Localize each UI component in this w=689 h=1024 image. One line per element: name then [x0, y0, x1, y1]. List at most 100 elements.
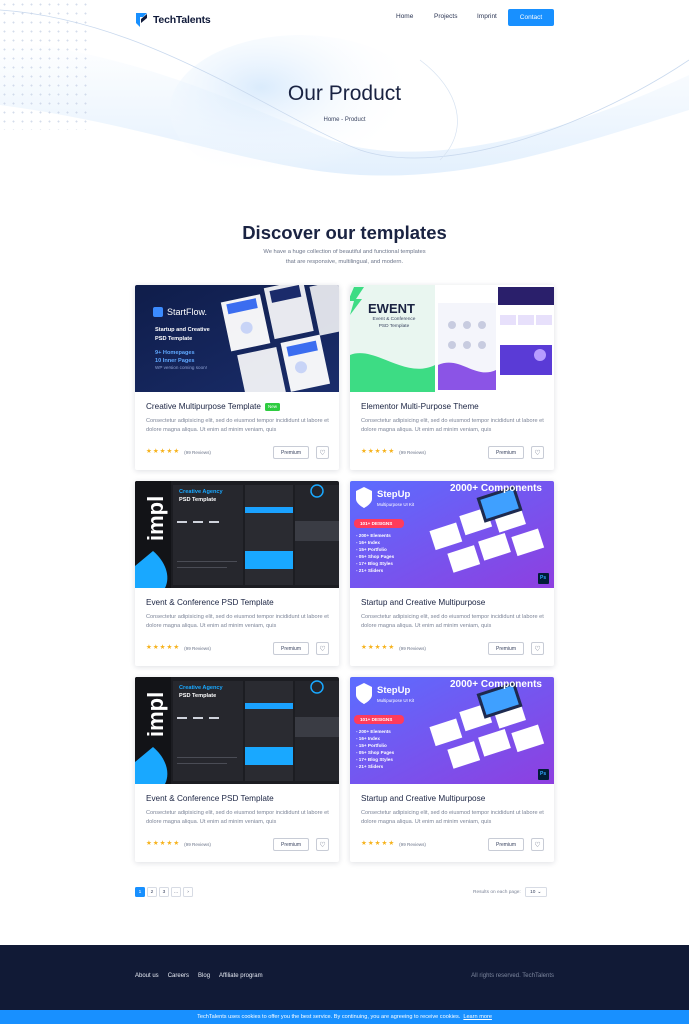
star-icon: ★	[367, 840, 374, 847]
card-title[interactable]: Elementor Multi-Purpose Theme	[361, 402, 479, 411]
thumb-list-item: - 15+ Portfolio	[356, 743, 387, 748]
card-title-text[interactable]: Startup and Creative Multipurpose	[361, 794, 485, 803]
favorite-heart-icon[interactable]: ♡	[316, 838, 329, 851]
thumb-list-item: - 05+ Shop Pages	[356, 750, 395, 755]
card-title[interactable]: Creative Multipurpose Template New	[146, 402, 280, 411]
card-title-text[interactable]: Startup and Creative Multipurpose	[361, 598, 485, 607]
footer-link-about[interactable]: About us	[135, 973, 159, 979]
favorite-heart-icon[interactable]: ♡	[531, 642, 544, 655]
contact-button[interactable]: Contact	[508, 9, 554, 26]
product-thumbnail[interactable]: StartFlow. Startup and Creative PSD Temp…	[135, 285, 339, 392]
card-title-text[interactable]: Creative Multipurpose Template	[146, 402, 261, 411]
favorite-heart-icon[interactable]: ♡	[316, 642, 329, 655]
thumb-text: Event & Conference PSD Template	[364, 316, 424, 330]
page-2-button[interactable]: 2	[147, 887, 157, 897]
premium-button[interactable]: Premium	[488, 838, 524, 851]
rating: ★ ★ ★ ★ ★ (99 Reviews)	[361, 448, 426, 456]
star-icon: ★	[381, 448, 388, 455]
logo[interactable]: TechTalents	[135, 12, 211, 28]
star-icon: ★	[361, 448, 367, 455]
nav-imprint[interactable]: Imprint	[477, 13, 497, 20]
page-1-button[interactable]: 1	[135, 887, 145, 897]
card-title[interactable]: Event & Conference PSD Template	[146, 794, 274, 803]
star-icon: ★	[367, 448, 374, 455]
star-icon: ★	[159, 448, 166, 455]
pagination: 1 2 3 ... ›	[135, 887, 193, 897]
card-title-text[interactable]: Elementor Multi-Purpose Theme	[361, 402, 479, 411]
thumb-line: Creative Agency	[179, 685, 223, 691]
product-card[interactable]: StepUp Multipurpose UI Kit 2000+ Compone…	[350, 481, 554, 666]
half-star-icon: ★	[388, 448, 395, 455]
favorite-heart-icon[interactable]: ♡	[531, 446, 544, 459]
star-icon: ★	[166, 448, 173, 455]
learn-more-link[interactable]: Learn more	[463, 1014, 492, 1020]
product-thumbnail[interactable]: impl Creative Agency PSD Template	[135, 677, 339, 784]
thumb-list-item: - 05+ Shop Pages	[356, 554, 395, 559]
thumb-subtitle: Multipurpose UI Kit	[377, 502, 415, 507]
half-star-icon: ★	[388, 644, 395, 651]
thumb-line: Event & Conference	[372, 317, 416, 322]
card-title-text[interactable]: Event & Conference PSD Template	[146, 794, 274, 803]
nav-projects[interactable]: Projects	[434, 13, 457, 20]
product-thumbnail[interactable]: impl Creative Agency PSD Template	[135, 481, 339, 588]
half-star-icon: ★	[173, 840, 180, 847]
favorite-heart-icon[interactable]: ♡	[531, 838, 544, 851]
footer-link-careers[interactable]: Careers	[168, 973, 189, 979]
review-count: (99 Reviews)	[399, 841, 426, 847]
favorite-heart-icon[interactable]: ♡	[316, 446, 329, 459]
thumb-brand: StartFlow.	[167, 307, 208, 317]
product-thumbnail[interactable]: StepUp Multipurpose UI Kit 2000+ Compone…	[350, 677, 554, 784]
card-title[interactable]: Event & Conference PSD Template	[146, 598, 274, 607]
thumb-text: Startup and Creative PSD Template	[155, 326, 210, 344]
page-ellipsis[interactable]: ...	[171, 887, 181, 897]
premium-button[interactable]: Premium	[273, 446, 309, 459]
footer-links: About us Careers Blog Affiliate program	[135, 973, 263, 979]
next-page-chevron-icon[interactable]: ›	[183, 887, 193, 897]
card-description: Consectetur adipisicing elit, sed do eiu…	[361, 614, 544, 629]
thumb-line: PSD Template	[179, 497, 217, 503]
thumb-list-item: - 21+ Sliders	[356, 568, 384, 573]
nav-home[interactable]: Home	[396, 13, 413, 20]
page-3-button[interactable]: 3	[159, 887, 169, 897]
breadcrumb: Home - Product	[323, 117, 366, 123]
review-count: (99 Reviews)	[184, 449, 211, 455]
thumb-ribbon: 101+ DESIGNS	[360, 716, 393, 722]
footer-link-affiliate[interactable]: Affiliate program	[219, 973, 263, 979]
thumb-text: Creative Agency PSD Template	[179, 488, 223, 504]
review-count: (99 Reviews)	[399, 645, 426, 651]
product-thumbnail[interactable]: EWENT Event & Conference PSD Template	[350, 285, 554, 392]
product-card[interactable]: impl Creative Agency PSD Template Event …	[135, 481, 339, 666]
product-thumbnail[interactable]: StepUp Multipurpose UI Kit 2000+ Compone…	[350, 481, 554, 588]
star-icon: ★	[152, 840, 159, 847]
premium-button[interactable]: Premium	[488, 446, 524, 459]
thumb-line: 10 Inner Pages	[155, 358, 195, 364]
premium-button[interactable]: Premium	[273, 838, 309, 851]
rating: ★ ★ ★ ★ ★ (99 Reviews)	[146, 448, 211, 456]
product-card[interactable]: EWENT Event & Conference PSD Template El…	[350, 285, 554, 470]
product-card[interactable]: impl Creative Agency PSD Template Event …	[135, 677, 339, 862]
card-title-text[interactable]: Event & Conference PSD Template	[146, 598, 274, 607]
thumb-highlights: 9+ Homepages 10 Inner Pages	[155, 349, 195, 365]
thumb-list-item: - 15+ Portfolio	[356, 547, 387, 552]
section-subtitle-line: We have a huge collection of beautiful a…	[263, 249, 426, 255]
premium-button[interactable]: Premium	[273, 642, 309, 655]
thumb-subtitle: Multipurpose UI Kit	[377, 698, 415, 703]
product-card[interactable]: StartFlow. Startup and Creative PSD Temp…	[135, 285, 339, 470]
card-title[interactable]: Startup and Creative Multipurpose	[361, 794, 485, 803]
card-description: Consectetur adipisicing elit, sed do eiu…	[146, 810, 329, 825]
logo-icon	[136, 13, 147, 27]
per-page-select[interactable]: 10 ⌄	[524, 887, 547, 897]
results-per-page: Results on each page: 10 ⌄	[473, 887, 547, 897]
thumb-note: WP version coming soon!	[155, 365, 208, 370]
section-subtitle: We have a huge collection of beautiful a…	[0, 248, 689, 267]
star-icon: ★	[166, 644, 173, 651]
premium-button[interactable]: Premium	[488, 642, 524, 655]
product-card[interactable]: StepUp Multipurpose UI Kit 2000+ Compone…	[350, 677, 554, 862]
footer-link-blog[interactable]: Blog	[198, 973, 210, 979]
thumb-list-item: - 16+ Index	[356, 736, 380, 741]
card-title[interactable]: Startup and Creative Multipurpose	[361, 598, 485, 607]
star-icon: ★	[146, 644, 152, 651]
thumb-list-item: - 17+ Blog Styles	[356, 561, 393, 566]
page-title: Our Product	[287, 82, 402, 105]
photoshop-icon: Ps	[540, 771, 547, 777]
